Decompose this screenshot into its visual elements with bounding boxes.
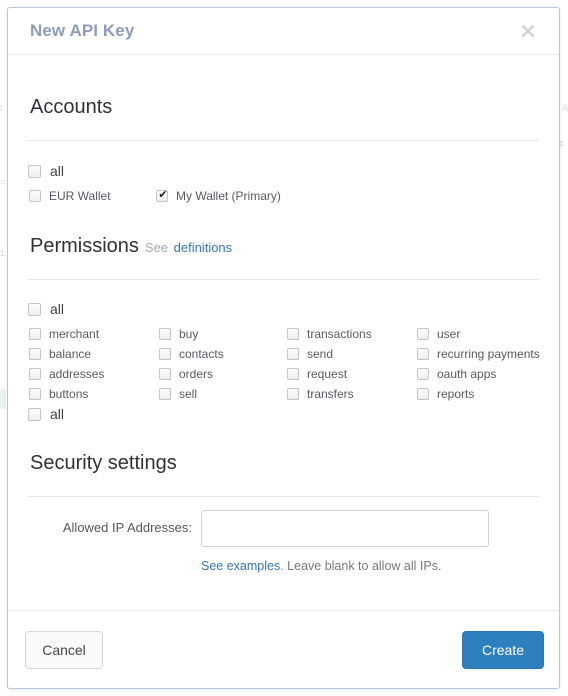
permission-checkbox-buttons[interactable]: buttons xyxy=(29,387,88,401)
permission-checkbox-sell[interactable]: sell xyxy=(159,387,197,401)
backdrop-accent-chip xyxy=(0,389,6,409)
accounts-all-checkbox[interactable]: all xyxy=(28,163,64,179)
checkbox-box[interactable] xyxy=(28,302,41,316)
checkbox-box[interactable] xyxy=(417,368,429,380)
permission-label: contacts xyxy=(179,347,224,361)
new-api-key-modal: New API Key Accounts all EUR Wallet My W… xyxy=(7,7,560,689)
checkbox-box[interactable] xyxy=(29,368,41,380)
divider-accounts xyxy=(27,140,539,141)
backdrop-text-fragment: A xyxy=(562,103,568,113)
account-label: EUR Wallet xyxy=(49,189,111,203)
checkbox-box[interactable] xyxy=(287,368,299,380)
accounts-heading-text: Accounts xyxy=(30,96,113,118)
allowed-ip-help-text: See examples. Leave blank to allow all I… xyxy=(201,559,441,573)
permission-label: addresses xyxy=(49,367,105,381)
see-examples-link[interactable]: See examples xyxy=(201,559,280,573)
permissions-all-checkbox-bottom[interactable]: all xyxy=(28,406,64,422)
permission-label: transfers xyxy=(307,387,354,401)
account-label: My Wallet (Primary) xyxy=(176,189,281,203)
permission-checkbox-orders[interactable]: orders xyxy=(159,367,213,381)
checkbox-box[interactable] xyxy=(29,190,41,202)
divider-permissions xyxy=(27,279,539,280)
permissions-all-checkbox-top[interactable]: all xyxy=(28,301,64,317)
permission-checkbox-transfers[interactable]: transfers xyxy=(287,387,354,401)
permission-checkbox-contacts[interactable]: contacts xyxy=(159,347,224,361)
backdrop-text-fragment: = xyxy=(0,177,6,187)
accounts-all-label: all xyxy=(50,163,65,179)
allowed-ip-label: Allowed IP Addresses: xyxy=(62,520,192,535)
checkbox-box[interactable] xyxy=(159,388,171,400)
account-checkbox-my-wallet[interactable]: My Wallet (Primary) xyxy=(156,188,281,203)
checkbox-box[interactable] xyxy=(417,348,429,360)
checkbox-box[interactable] xyxy=(417,328,429,340)
permission-checkbox-reports[interactable]: reports xyxy=(417,387,474,401)
permission-checkbox-addresses[interactable]: addresses xyxy=(29,367,104,381)
checkbox-box[interactable] xyxy=(159,348,171,360)
permission-label: balance xyxy=(49,347,92,361)
checkbox-box[interactable] xyxy=(29,388,41,400)
section-heading-security: Security settings xyxy=(30,452,177,475)
checkbox-box[interactable] xyxy=(29,328,41,340)
permission-checkbox-merchant[interactable]: merchant xyxy=(29,327,99,341)
checkbox-box[interactable] xyxy=(287,388,299,400)
checkbox-box[interactable] xyxy=(29,348,41,360)
create-button[interactable]: Create xyxy=(462,631,544,669)
modal-title: New API Key xyxy=(30,21,135,40)
checkbox-box[interactable] xyxy=(156,188,169,202)
permission-checkbox-oauth-apps[interactable]: oauth apps xyxy=(417,367,496,381)
section-heading-accounts: Accounts xyxy=(30,96,112,119)
checkbox-box[interactable] xyxy=(287,328,299,340)
permission-label: user xyxy=(437,327,461,341)
divider-security xyxy=(27,496,539,497)
permission-label: recurring payments xyxy=(437,347,540,361)
permission-label: send xyxy=(307,347,334,361)
modal-header: New API Key xyxy=(8,8,559,55)
close-icon[interactable] xyxy=(515,18,541,44)
security-heading-text: Security settings xyxy=(30,452,177,474)
section-heading-permissions: Permissions See definitions xyxy=(30,235,232,258)
permission-label: buttons xyxy=(49,387,89,401)
account-checkbox-eur-wallet[interactable]: EUR Wallet xyxy=(29,189,111,203)
permission-checkbox-user[interactable]: user xyxy=(417,327,460,341)
backdrop-text-fragment: t xyxy=(0,103,3,113)
permissions-heading-text: Permissions xyxy=(30,235,139,257)
permission-checkbox-buy[interactable]: buy xyxy=(159,327,198,341)
permission-label: transactions xyxy=(307,327,372,341)
permission-checkbox-request[interactable]: request xyxy=(287,367,347,381)
permission-checkbox-recurring-payments[interactable]: recurring payments xyxy=(417,347,540,361)
permission-checkbox-transactions[interactable]: transactions xyxy=(287,327,372,341)
permissions-all-label: all xyxy=(50,406,65,422)
checkbox-box[interactable] xyxy=(417,388,429,400)
checkbox-box[interactable] xyxy=(159,328,171,340)
checkbox-box[interactable] xyxy=(287,348,299,360)
permissions-see-text: See xyxy=(144,240,169,255)
permission-label: merchant xyxy=(49,327,100,341)
permission-label: sell xyxy=(179,387,198,401)
permission-label: orders xyxy=(179,367,214,381)
modal-footer: Cancel Create xyxy=(8,610,559,688)
permission-label: buy xyxy=(179,327,199,341)
definitions-link[interactable]: definitions xyxy=(174,240,233,255)
allowed-ip-input[interactable] xyxy=(201,510,489,547)
modal-body: Accounts all EUR Wallet My Wallet (Prima… xyxy=(8,55,559,610)
help-rest-text: . Leave blank to allow all IPs. xyxy=(280,559,442,573)
checkbox-box[interactable] xyxy=(28,407,41,421)
permission-label: reports xyxy=(437,387,475,401)
permission-checkbox-send[interactable]: send xyxy=(287,347,333,361)
permission-label: oauth apps xyxy=(437,367,497,381)
cancel-button[interactable]: Cancel xyxy=(25,631,103,669)
checkbox-box[interactable] xyxy=(159,368,171,380)
checkbox-box[interactable] xyxy=(28,164,41,178)
permission-label: request xyxy=(307,367,348,381)
permissions-all-label: all xyxy=(50,301,65,317)
backdrop-text-fragment: 1 xyxy=(0,248,6,258)
permission-checkbox-balance[interactable]: balance xyxy=(29,347,91,361)
